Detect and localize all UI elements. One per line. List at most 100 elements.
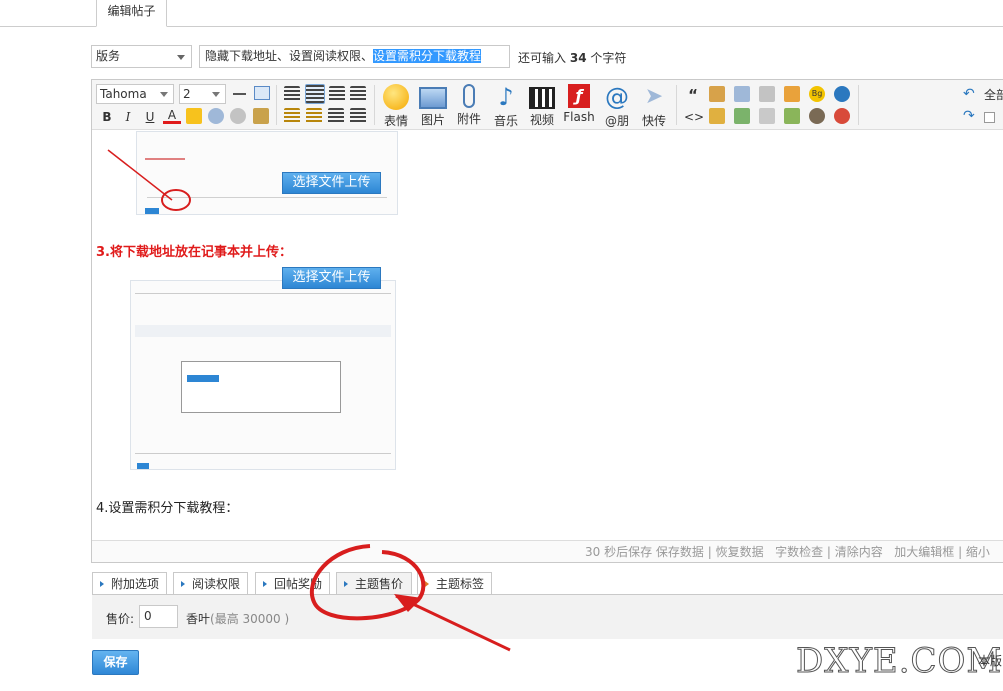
music-button[interactable]: ♪ 音乐 bbox=[488, 84, 524, 129]
bold-button[interactable]: B bbox=[98, 108, 116, 126]
step-3-heading: 3.将下载地址放在记事本并上传： bbox=[96, 245, 292, 260]
flash-button[interactable]: ƒ Flash bbox=[561, 84, 597, 124]
arrow-annotation-1 bbox=[107, 149, 191, 211]
save-data-link[interactable]: 保存数据 bbox=[656, 545, 704, 559]
mini-toolbar bbox=[135, 325, 391, 337]
unlink-icon[interactable] bbox=[230, 108, 246, 124]
page-break-icon[interactable] bbox=[759, 86, 775, 102]
char-hint-suffix: 个字符 bbox=[590, 51, 627, 65]
horizontal-rule-icon[interactable] bbox=[233, 93, 246, 95]
tab-extra-options[interactable]: 附加选项 bbox=[92, 572, 167, 595]
editor-status-text: 30 秒后保存 保存数据 | 恢复数据 字数检查 | 清除内容 加大编辑框 | … bbox=[585, 545, 990, 559]
free-content-icon[interactable] bbox=[734, 86, 750, 102]
font-family-select[interactable]: Tahoma bbox=[96, 84, 174, 104]
video-button[interactable]: 视频 bbox=[524, 84, 560, 128]
mini-dialog bbox=[181, 361, 341, 413]
restore-data-link[interactable]: 恢复数据 bbox=[716, 545, 764, 559]
music-label: 音乐 bbox=[493, 114, 518, 128]
clear-content-link[interactable]: 清除内容 bbox=[835, 545, 883, 559]
chevron-down-icon bbox=[177, 55, 185, 60]
lock-icon[interactable] bbox=[709, 108, 725, 124]
font-size-select[interactable]: 2 bbox=[179, 84, 226, 104]
ordered-list-icon[interactable] bbox=[328, 108, 344, 124]
price-label: 售价: bbox=[106, 612, 135, 626]
upload-button-image: 选择文件上传 bbox=[282, 267, 381, 289]
shrink-editor-link[interactable]: 缩小 bbox=[966, 545, 990, 559]
toolbar-divider bbox=[276, 85, 277, 125]
mini-footer-line bbox=[135, 453, 391, 454]
tab-edit-post[interactable]: 编辑帖子 bbox=[96, 0, 167, 27]
redo-icon[interactable]: ↷ bbox=[963, 108, 975, 124]
word-count-link[interactable]: 字数检查 bbox=[775, 545, 823, 559]
quick-send-button[interactable]: ➤ 快传 bbox=[636, 84, 672, 129]
attachment-button[interactable]: 附件 bbox=[451, 84, 487, 127]
tab-read-permission[interactable]: 阅读权限 bbox=[173, 572, 248, 595]
emoji-button[interactable]: 表情 bbox=[378, 84, 414, 129]
category-value: 版务 bbox=[96, 49, 121, 63]
paperclip-icon bbox=[463, 84, 475, 108]
triangle-right-icon bbox=[263, 581, 267, 587]
float-right-icon[interactable] bbox=[306, 108, 322, 124]
float-left-icon[interactable] bbox=[284, 108, 300, 124]
underline-button[interactable]: U bbox=[141, 108, 159, 126]
hide-content-icon[interactable] bbox=[709, 86, 725, 102]
smiley-icon bbox=[383, 84, 409, 110]
save-button[interactable]: 保存 bbox=[92, 650, 139, 675]
flash-icon: ƒ bbox=[568, 84, 590, 108]
italic-button[interactable]: I bbox=[119, 108, 137, 126]
price-max-hint: (最高 30000 ) bbox=[210, 612, 290, 626]
align-justify-icon[interactable] bbox=[305, 84, 325, 104]
title-text: 隐藏下载地址、设置阅读权限、 bbox=[205, 49, 374, 63]
at-sign-icon: @ bbox=[605, 83, 629, 111]
tab-label: 阅读权限 bbox=[192, 577, 241, 591]
price-input[interactable]: 0 bbox=[139, 605, 178, 628]
autosave-countdown: 30 秒后保存 bbox=[585, 545, 653, 559]
char-count-hint: 还可输入 34 个字符 bbox=[518, 49, 626, 66]
align-right-icon[interactable] bbox=[350, 86, 366, 102]
undo-icon[interactable]: ↶ bbox=[963, 86, 975, 102]
align-center-icon[interactable] bbox=[329, 86, 345, 102]
align-left-icon[interactable] bbox=[284, 86, 300, 102]
index-icon[interactable] bbox=[784, 86, 800, 102]
image-button[interactable]: 图片 bbox=[415, 84, 451, 128]
table-icon[interactable] bbox=[254, 86, 270, 100]
char-hint-prefix: 还可输入 bbox=[518, 51, 567, 65]
mention-label: @朋 bbox=[604, 114, 629, 128]
highlight-icon[interactable] bbox=[186, 108, 202, 124]
link-icon[interactable] bbox=[208, 108, 224, 124]
step-4-heading: 4.设置需积分下载教程： bbox=[96, 501, 239, 516]
password-icon[interactable] bbox=[759, 108, 775, 124]
select-all-label[interactable]: 全部 bbox=[984, 86, 1003, 103]
embedded-screenshot-2 bbox=[130, 280, 396, 470]
background-color-icon[interactable]: Bg bbox=[809, 86, 825, 102]
flash-label: Flash bbox=[563, 110, 595, 124]
download-icon[interactable] bbox=[734, 108, 750, 124]
title-selected-text: 设置需积分下载教程 bbox=[373, 49, 482, 63]
watermark: DXYE.COM bbox=[795, 641, 1003, 682]
play-icon[interactable] bbox=[834, 86, 850, 102]
clapperboard-icon bbox=[529, 87, 555, 109]
toolbar-divider bbox=[676, 85, 677, 125]
arrow-annotation-2 bbox=[309, 544, 511, 652]
font-size-value: 2 bbox=[183, 87, 191, 101]
mini-header-line bbox=[135, 293, 391, 294]
format-brush-icon[interactable] bbox=[253, 108, 269, 124]
option-checkbox[interactable] bbox=[984, 112, 995, 123]
font-color-button[interactable]: A bbox=[163, 106, 181, 124]
chevron-down-icon bbox=[160, 92, 168, 97]
disc-icon[interactable] bbox=[809, 108, 825, 124]
key-icon[interactable] bbox=[784, 108, 800, 124]
enlarge-editor-link[interactable]: 加大编辑框 bbox=[894, 545, 954, 559]
unordered-list-icon[interactable] bbox=[350, 108, 366, 124]
category-select[interactable]: 版务 bbox=[91, 45, 192, 68]
code-icon[interactable]: <> bbox=[684, 108, 704, 126]
quote-icon[interactable]: “ bbox=[684, 86, 702, 104]
qq-icon[interactable] bbox=[834, 108, 850, 124]
title-input[interactable]: 隐藏下载地址、设置阅读权限、设置需积分下载教程 bbox=[199, 45, 510, 68]
upload-button-image: 选择文件上传 bbox=[282, 172, 381, 194]
mention-button[interactable]: @ @朋 bbox=[599, 84, 635, 129]
triangle-right-icon bbox=[100, 581, 104, 587]
image-icon bbox=[419, 87, 447, 109]
chevron-down-icon bbox=[212, 92, 220, 97]
font-family-value: Tahoma bbox=[100, 87, 147, 101]
